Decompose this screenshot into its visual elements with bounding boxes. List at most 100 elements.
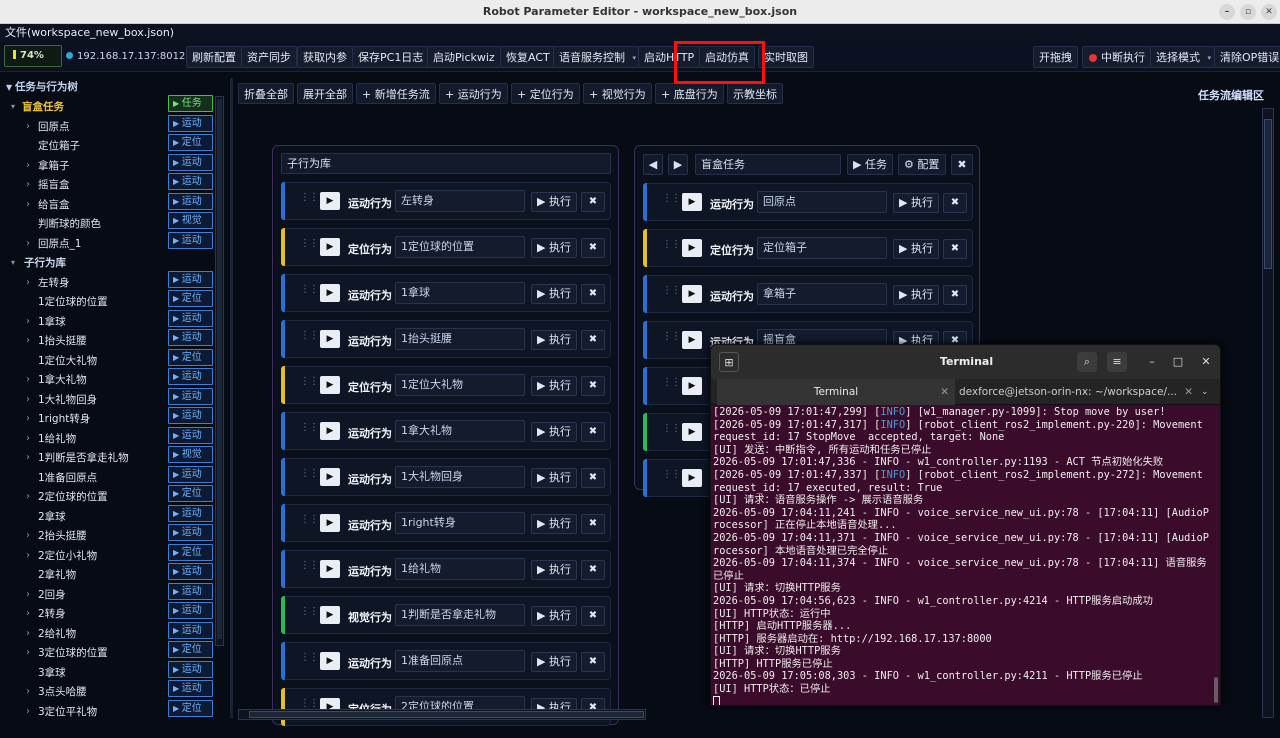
close-icon[interactable]: ✕ (1261, 4, 1277, 20)
play-icon[interactable]: ▶ (320, 238, 340, 256)
drag-handle-icon[interactable]: ⋮⋮ (300, 514, 319, 525)
execute-button[interactable]: ▶ 执行 (531, 284, 577, 304)
chevron-right-icon[interactable]: › (26, 586, 30, 604)
chevron-right-icon[interactable]: › (26, 430, 30, 448)
voice-service-dropdown[interactable]: 语音服务控制 ▾ (553, 46, 640, 68)
drag-handle-icon[interactable]: ⋮⋮ (300, 698, 319, 709)
chevron-right-icon[interactable]: › (26, 118, 30, 136)
menu-file[interactable]: 文件(workspace_new_box.json) (0, 24, 1280, 42)
drag-handle-icon[interactable]: ⋮⋮ (300, 468, 319, 479)
play-icon[interactable]: ▶ (682, 469, 702, 487)
remove-button[interactable]: ✖ (581, 422, 605, 442)
tree-item-type-badge[interactable]: ▶ 定位 (168, 485, 213, 502)
tree-item-type-badge[interactable]: ▶ 运动 (168, 602, 213, 619)
drag-handle-icon[interactable]: ⋮⋮ (300, 376, 319, 387)
editor-scroll-thumb[interactable] (1264, 119, 1272, 269)
maximize-icon[interactable]: □ (1168, 352, 1188, 372)
remove-button[interactable]: ✖ (581, 376, 605, 396)
chevron-right-icon[interactable]: › (26, 235, 30, 253)
tree-root[interactable]: ▼ 任务与行为树 (6, 78, 221, 96)
realtime-capture-button[interactable]: 实时取图 (758, 46, 814, 68)
chevron-right-icon[interactable]: › (26, 488, 30, 506)
remove-button[interactable]: ✖ (581, 560, 605, 580)
behavior-card[interactable]: ⋮⋮ ▶ 运动行为 1准备回原点 ▶ 执行 ✖ (281, 642, 611, 680)
play-icon[interactable]: ▶ (682, 423, 702, 441)
drag-handle-icon[interactable]: ⋮⋮ (300, 560, 319, 571)
terminal-tab-1[interactable]: Terminal ✕ (717, 379, 955, 405)
behavior-card[interactable]: ⋮⋮ ▶ 运动行为 1给礼物 ▶ 执行 ✖ (281, 550, 611, 588)
drag-handle-icon[interactable]: ⋮⋮ (300, 238, 319, 249)
drag-handle-icon[interactable]: ⋮⋮ (300, 652, 319, 663)
execute-button[interactable]: ▶ 执行 (531, 192, 577, 212)
drag-handle-icon[interactable]: ⋮⋮ (662, 285, 681, 296)
play-icon[interactable]: ▶ (320, 606, 340, 624)
remove-button[interactable]: ✖ (943, 239, 967, 259)
interrupt-execution-button[interactable]: 中断执行 (1082, 46, 1151, 68)
close-icon[interactable]: ✕ (1196, 352, 1216, 372)
play-icon[interactable]: ▶ (320, 376, 340, 394)
remove-button[interactable]: ✖ (581, 652, 605, 672)
chevron-right-icon[interactable]: › (26, 391, 30, 409)
play-icon[interactable]: ▶ (320, 330, 340, 348)
play-icon[interactable]: ▶ (682, 285, 702, 303)
task-name-field[interactable]: 盲盒任务 (695, 154, 841, 175)
behavior-card[interactable]: ⋮⋮▶定位行为2定位球的位置▶ 执行✖ (281, 688, 611, 726)
add-locate-behavior-button[interactable]: + 定位行为 (511, 83, 580, 104)
terminal-scrollbar[interactable] (1214, 677, 1218, 703)
play-icon[interactable]: ▶ (682, 193, 702, 211)
behavior-name-field[interactable]: 1定位球的位置 (395, 236, 525, 258)
tree-item-type-badge[interactable]: ▶ 运动 (168, 329, 213, 346)
execute-button[interactable]: ▶ 执行 (531, 514, 577, 534)
behavior-name-field[interactable]: 1给礼物 (395, 558, 525, 580)
remove-button[interactable]: ✖ (943, 193, 967, 213)
chevron-right-icon[interactable]: › (26, 683, 30, 701)
tree-item-type-badge[interactable]: ▶ 运动 (168, 114, 213, 132)
execute-button[interactable]: ▶ 执行 (531, 468, 577, 488)
drag-handle-icon[interactable]: ⋮⋮ (662, 377, 681, 388)
chevron-down-icon[interactable]: ⌄ (1201, 379, 1209, 405)
behavior-card[interactable]: ⋮⋮ ▶ 视觉行为 1判断是否拿走礼物 ▶ 执行 ✖ (281, 596, 611, 634)
execute-button[interactable]: ▶ 执行 (531, 330, 577, 350)
add-chassis-behavior-button[interactable]: + 底盘行为 (655, 83, 724, 104)
chevron-right-icon[interactable]: › (26, 196, 30, 214)
editor-scrollbar[interactable] (1262, 108, 1274, 718)
play-icon[interactable]: ▶ (320, 560, 340, 578)
behavior-name-field[interactable]: 左转身 (395, 190, 525, 212)
behavior-name-field[interactable]: 1拿球 (395, 282, 525, 304)
behavior-name-field[interactable]: 1准备回原点 (395, 650, 525, 672)
add-motion-behavior-button[interactable]: + 运动行为 (439, 83, 508, 104)
save-pc1-log-button[interactable]: 保存PC1日志 (352, 46, 430, 68)
behavior-card[interactable]: ⋮⋮ ▶ 运动行为 1拿大礼物 ▶ 执行 ✖ (281, 412, 611, 450)
tree-item-type-badge[interactable]: ▶ 定位 (168, 348, 213, 366)
close-task-button[interactable]: ✖ (951, 154, 973, 175)
drag-handle-icon[interactable]: ⋮⋮ (300, 330, 319, 341)
execute-button[interactable]: ▶ 执行 (893, 239, 939, 259)
get-intrinsics-button[interactable]: 获取内参 (297, 46, 353, 68)
terminal-output[interactable]: [2026-05-09 17:01:47,299] [INFO] [w1_man… (713, 406, 1213, 705)
tree-scroll-thumb[interactable] (217, 99, 222, 639)
drag-mode-button[interactable]: 开拖拽 (1033, 46, 1078, 68)
drag-handle-icon[interactable]: ⋮⋮ (662, 239, 681, 250)
tree-item-type-badge[interactable]: ▶ 运动 (168, 309, 213, 327)
play-icon[interactable]: ▶ (320, 422, 340, 440)
behavior-name-field[interactable]: 1拿大礼物 (395, 420, 525, 442)
tree-item-type-badge[interactable]: ▶ 运动 (168, 192, 213, 210)
tree-item-type-badge[interactable]: ▶ 任务 (168, 95, 213, 112)
chevron-right-icon[interactable]: › (26, 703, 30, 721)
chevron-right-icon[interactable]: › (26, 625, 30, 643)
execute-button[interactable]: ▶ 执行 (531, 238, 577, 258)
chevron-down-icon[interactable]: ▾ (11, 254, 15, 272)
drag-handle-icon[interactable]: ⋮⋮ (662, 331, 681, 342)
behavior-card[interactable]: ⋮⋮ ▶ 运动行为 回原点 ▶ 执行 ✖ (643, 183, 973, 221)
next-icon[interactable]: ▶ (668, 154, 688, 175)
drag-handle-icon[interactable]: ⋮⋮ (300, 422, 319, 433)
behavior-name-field[interactable]: 1抬头挺腰 (395, 328, 525, 350)
play-icon[interactable]: ▶ (682, 239, 702, 257)
tree-item-type-badge[interactable]: ▶ 定位 (168, 699, 213, 717)
tree-item-type-badge[interactable]: ▶ 运动 (168, 173, 213, 190)
config-button[interactable]: ⚙ 配置 (898, 154, 946, 175)
play-icon[interactable]: ▶ (320, 284, 340, 302)
play-icon[interactable]: ▶ (320, 652, 340, 670)
behavior-card[interactable]: ⋮⋮ ▶ 运动行为 1抬头挺腰 ▶ 执行 ✖ (281, 320, 611, 358)
teach-coordinates-button[interactable]: 示教坐标 (727, 83, 783, 104)
